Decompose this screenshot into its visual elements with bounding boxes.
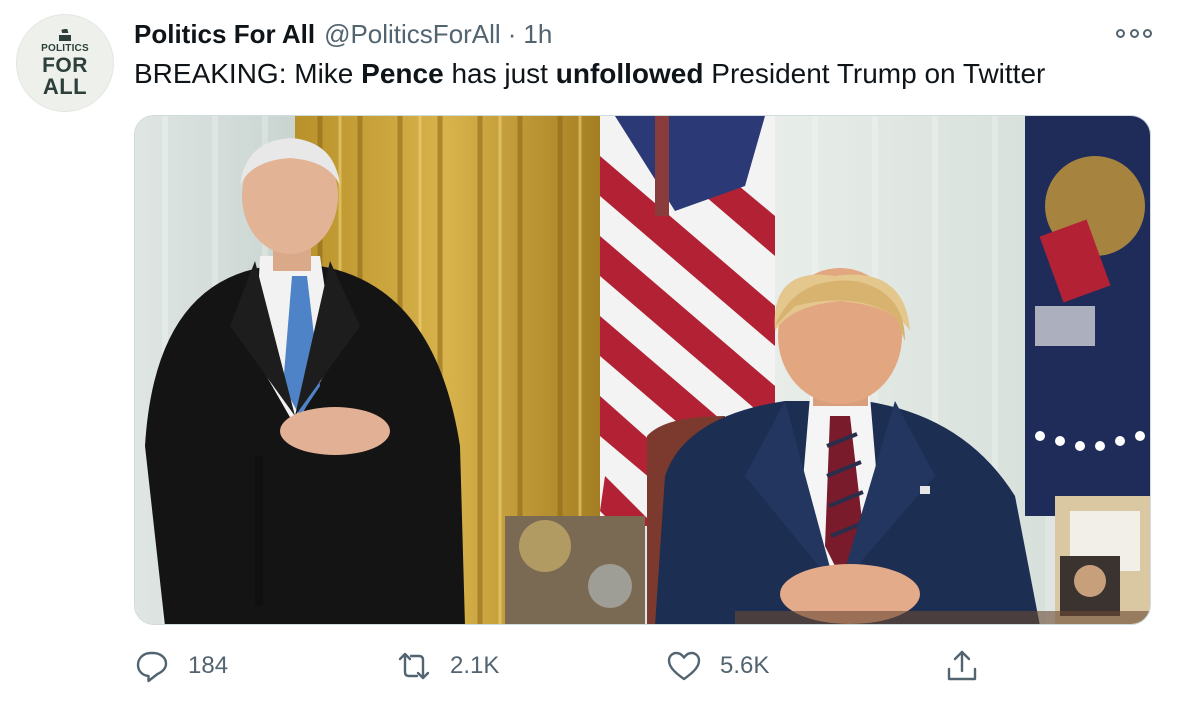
avatar-text-for: FOR <box>42 53 88 77</box>
tweet-actions: 184 2.1K 5.6K <box>134 644 1034 688</box>
reply-count: 184 <box>188 652 229 679</box>
tweet-text-suffix: President Trump on Twitter <box>703 58 1046 89</box>
avatar-text-politics: POLITICS <box>41 42 89 54</box>
retweet-button[interactable]: 2.1K <box>396 644 499 688</box>
retweet-icon <box>398 652 430 680</box>
separator-dot: · <box>507 18 517 49</box>
tweet-header: Politics For All @PoliticsForAll · 1h <box>134 16 552 52</box>
display-name[interactable]: Politics For All <box>134 19 315 50</box>
avatar[interactable]: POLITICS FOR ALL <box>16 14 114 112</box>
timestamp[interactable]: 1h <box>523 19 552 50</box>
tweet-text: BREAKING: Mike Pence has just unfollowed… <box>134 58 1045 90</box>
tweet-text-bold-unfollowed: unfollowed <box>555 58 704 89</box>
tweet-text-prefix: BREAKING: Mike <box>134 58 362 89</box>
like-button[interactable]: 5.6K <box>666 644 769 688</box>
avatar-text-all: ALL <box>42 73 88 99</box>
share-button[interactable] <box>944 644 980 688</box>
tweet-text-bold-pence: Pence <box>361 58 444 89</box>
more-dot <box>1116 28 1125 38</box>
reply-icon <box>136 651 168 683</box>
tweet-photo[interactable] <box>134 115 1151 625</box>
ballot-box-icon <box>58 28 72 41</box>
reply-button[interactable]: 184 <box>134 644 228 688</box>
heart-icon <box>667 651 701 681</box>
more-options-icon[interactable] <box>1116 26 1152 40</box>
tweet-text-middle: has just <box>443 58 556 89</box>
like-count: 5.6K <box>720 652 770 679</box>
tweet[interactable]: POLITICS FOR ALL Politics For All @Polit… <box>0 0 1188 716</box>
handle[interactable]: @PoliticsForAll <box>324 19 501 50</box>
retweet-count: 2.1K <box>450 652 500 679</box>
more-dot <box>1129 28 1139 38</box>
more-dot <box>1143 28 1152 38</box>
share-icon <box>947 650 977 681</box>
